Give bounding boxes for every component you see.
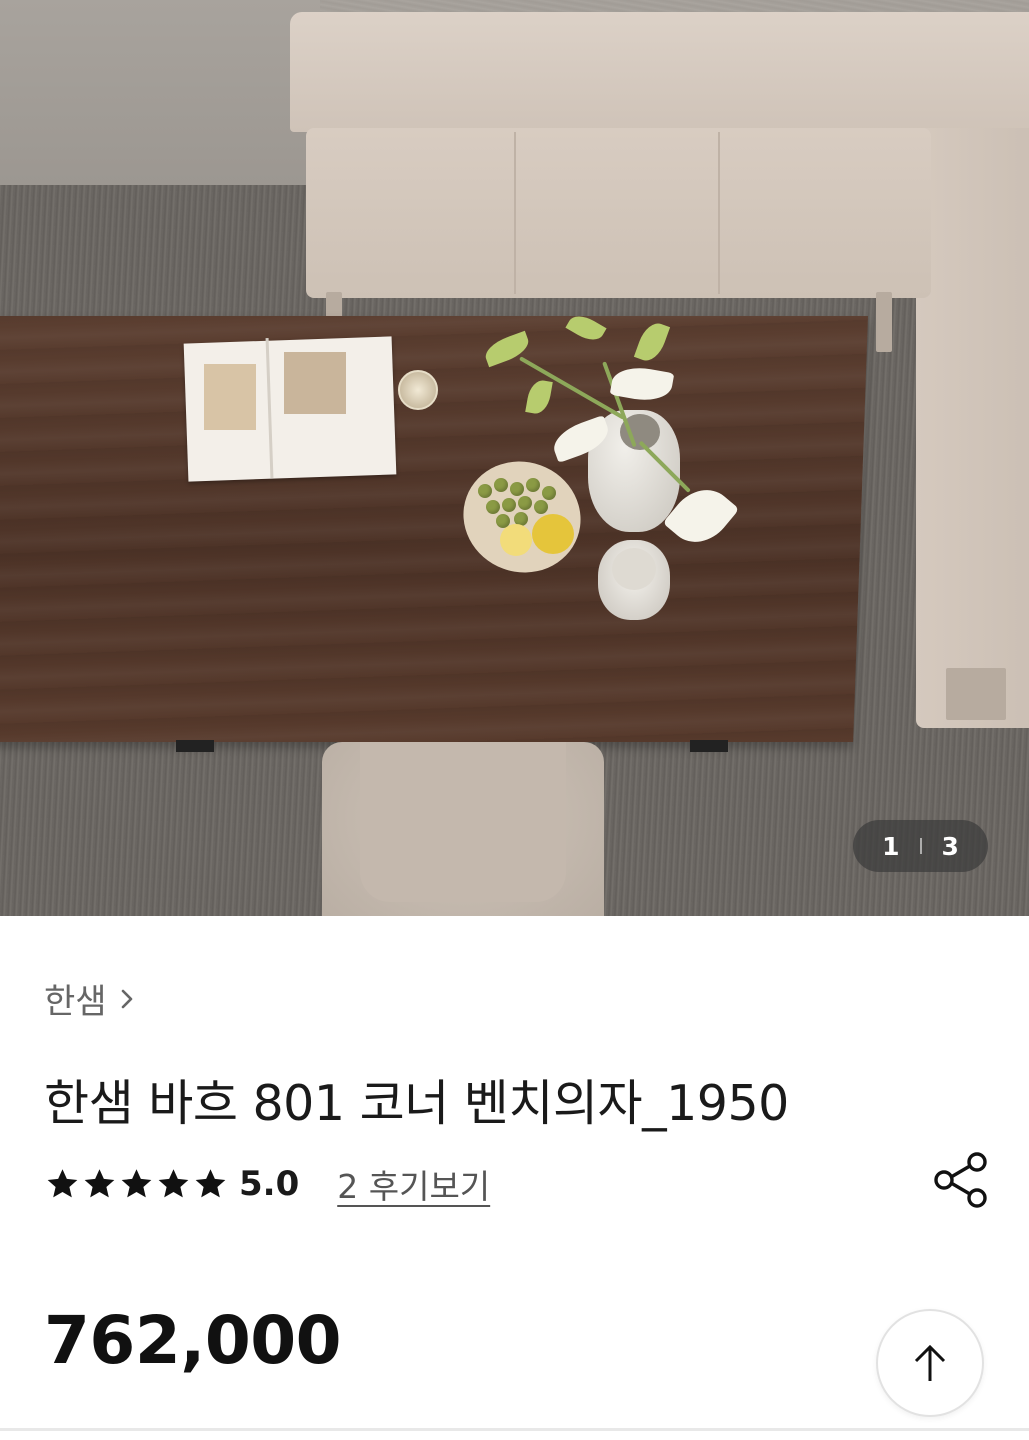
grape bbox=[478, 484, 492, 498]
sofa-seam bbox=[514, 132, 516, 294]
lemon bbox=[532, 514, 574, 554]
lemon-half bbox=[500, 524, 532, 556]
current-page: 1 bbox=[882, 831, 900, 861]
share-icon[interactable] bbox=[932, 1150, 990, 1210]
product-title: 한샘 바흐 801 코너 벤치의자_1950 bbox=[44, 1075, 789, 1132]
grape bbox=[526, 478, 540, 492]
table-leg bbox=[176, 740, 214, 752]
bowl-mouth bbox=[612, 548, 656, 590]
grape bbox=[510, 482, 524, 496]
grape bbox=[502, 498, 516, 512]
pager-divider bbox=[919, 838, 922, 854]
rating-value: 5.0 bbox=[239, 1164, 300, 1204]
product-image-carousel[interactable]: 1 3 bbox=[0, 0, 1029, 916]
grape bbox=[542, 486, 556, 500]
sofa-leg bbox=[946, 668, 1006, 720]
star-icon bbox=[47, 1169, 78, 1198]
star-icon bbox=[158, 1169, 189, 1198]
chair-seat bbox=[360, 742, 566, 902]
rug-edge bbox=[0, 0, 320, 185]
sofa-seat bbox=[306, 128, 931, 298]
magazine-photo bbox=[284, 352, 346, 414]
total-pages: 3 bbox=[941, 831, 959, 861]
rating-stars bbox=[44, 1166, 229, 1202]
product-detail-page: 1 3 한샘 한샘 바흐 801 코너 벤치의자_1950 5.0 2 후기보기 bbox=[0, 0, 1029, 1440]
glass bbox=[398, 370, 438, 410]
grape bbox=[534, 500, 548, 514]
sofa-seam bbox=[718, 132, 720, 294]
product-price: 762,000 bbox=[44, 1302, 342, 1379]
section-divider bbox=[0, 1428, 1029, 1431]
brand-link[interactable]: 한샘 bbox=[44, 974, 137, 1023]
grape bbox=[518, 496, 532, 510]
image-page-indicator: 1 3 bbox=[853, 820, 988, 872]
star-icon bbox=[84, 1169, 115, 1198]
arrow-up-icon bbox=[914, 1344, 946, 1381]
sofa-corner-section bbox=[916, 128, 1029, 728]
star-icon bbox=[121, 1169, 152, 1198]
reviews-link[interactable]: 2 후기보기 bbox=[337, 1160, 490, 1208]
table-leg bbox=[690, 740, 728, 752]
chevron-right-icon bbox=[121, 989, 132, 1008]
grape bbox=[494, 478, 508, 492]
brand-name: 한샘 bbox=[44, 982, 107, 1022]
magazine-photo bbox=[204, 364, 256, 430]
rating-row: 5.0 2 후기보기 bbox=[44, 1158, 984, 1210]
star-icon bbox=[195, 1169, 226, 1198]
sofa-leg bbox=[876, 292, 892, 352]
sofa-backrest bbox=[290, 12, 1029, 132]
grape bbox=[486, 500, 500, 514]
scroll-to-top-button[interactable] bbox=[876, 1309, 984, 1417]
